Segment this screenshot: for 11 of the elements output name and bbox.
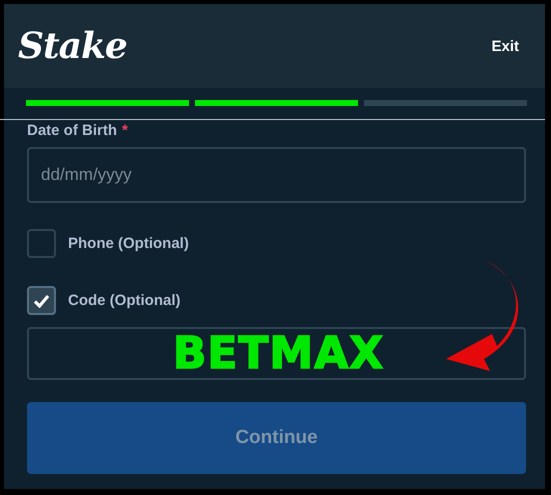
field-label: Date of Birth <box>27 122 117 139</box>
code-field[interactable]: BETMAX <box>27 327 526 380</box>
date-field[interactable]: dd/mm/yyyy <box>27 147 526 203</box>
check-icon <box>33 294 50 308</box>
checkbox-label: Phone (Optional) <box>68 235 189 252</box>
checkbox[interactable] <box>27 229 56 258</box>
required-mark: * <box>122 122 128 139</box>
exit-button[interactable]: Exit <box>487 34 523 58</box>
logo: Stake <box>18 25 127 67</box>
checkbox[interactable] <box>27 286 56 315</box>
checkbox-label: Code (Optional) <box>68 292 180 309</box>
